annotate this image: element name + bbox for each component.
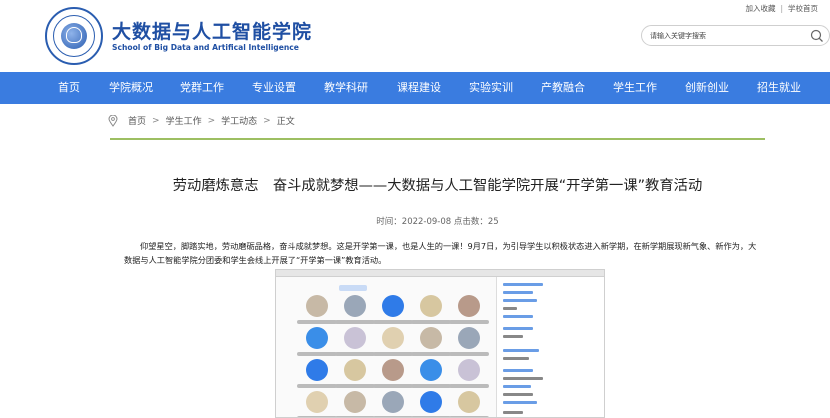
image-participant-avatar <box>420 327 442 349</box>
nav-item-majors[interactable]: 专业设置 <box>252 72 296 104</box>
image-participant-label <box>411 384 451 388</box>
breadcrumb-arrow-icon: > <box>263 115 271 126</box>
image-participant-avatar <box>344 359 366 381</box>
image-participant-avatar <box>420 295 442 317</box>
image-participant-avatar <box>382 391 404 413</box>
nav-item-overview[interactable]: 学院概况 <box>109 72 153 104</box>
image-chat-line <box>503 411 523 414</box>
image-chat-line <box>503 385 531 388</box>
nav-item-home[interactable]: 首页 <box>58 72 80 104</box>
image-participant-label <box>411 320 451 324</box>
nav-item-students[interactable]: 学生工作 <box>613 72 657 104</box>
image-participant-label <box>335 384 375 388</box>
image-participant-label <box>373 320 413 324</box>
image-participant-label <box>449 384 489 388</box>
image-participant-label <box>449 320 489 324</box>
breadcrumb-current: 正文 <box>276 117 295 127</box>
search-box <box>641 25 830 46</box>
article-title: 劳动磨炼意志 奋斗成就梦想——大数据与人工智能学院开展“开学第一课”教育活动 <box>172 178 703 194</box>
top-links: 加入收藏 | 学校首页 <box>745 3 818 14</box>
image-participant-label <box>449 352 489 356</box>
image-chat-line <box>503 299 537 302</box>
location-pin-icon <box>108 114 118 127</box>
image-participant-avatar <box>458 295 480 317</box>
add-favorite-link[interactable]: 加入收藏 <box>745 4 775 13</box>
image-participant-label <box>373 384 413 388</box>
image-participant-label <box>335 320 375 324</box>
image-participant-label <box>335 352 375 356</box>
image-participant-label <box>373 352 413 356</box>
article-image <box>275 269 605 418</box>
image-participant-label <box>411 352 451 356</box>
main-nav: 首页 学院概况 党群工作 专业设置 教学科研 课程建设 实验实训 产教融合 学生… <box>0 72 830 104</box>
image-participant-avatar <box>306 391 328 413</box>
logo-brain-icon <box>66 27 82 43</box>
article-meta: 时间：2022-09-08 点击数：25 <box>376 217 499 227</box>
image-chat-line <box>503 315 533 318</box>
image-participant-avatar <box>344 391 366 413</box>
nav-item-industry[interactable]: 产教融合 <box>541 72 585 104</box>
breadcrumb: 首页 > 学生工作 > 学工动态 > 正文 <box>108 114 295 127</box>
image-participant-avatar <box>458 391 480 413</box>
image-participant-avatar <box>382 359 404 381</box>
image-participant-label <box>297 384 337 388</box>
image-participant-avatar <box>344 295 366 317</box>
top-links-divider: | <box>780 4 783 13</box>
image-participant-avatar <box>306 295 328 317</box>
logo-title-en[interactable]: School of Big Data and Artifical Intelli… <box>112 43 299 52</box>
image-participant-avatar <box>420 391 442 413</box>
school-home-link[interactable]: 学校首页 <box>788 4 818 13</box>
image-participant-avatar <box>382 327 404 349</box>
image-participant-avatar <box>458 359 480 381</box>
logo-emblem[interactable] <box>45 7 103 65</box>
search-input[interactable] <box>650 29 800 43</box>
image-chat-panel <box>496 277 604 417</box>
image-chat-line <box>503 291 533 294</box>
breadcrumb-home[interactable]: 首页 <box>128 114 146 127</box>
breadcrumb-student-work[interactable]: 学生工作 <box>166 114 202 127</box>
image-participant-avatar <box>382 295 404 317</box>
breadcrumb-news[interactable]: 学工动态 <box>221 114 257 127</box>
image-caption-pill <box>339 285 367 291</box>
image-participant-avatar <box>420 359 442 381</box>
article-paragraph: 仰望星空，脚踏实地，劳动磨砺品格，奋斗成就梦想。这是开学第一课，也是人生的一课！… <box>124 241 757 265</box>
image-participant-avatar <box>306 359 328 381</box>
nav-item-admission[interactable]: 招生就业 <box>757 72 801 104</box>
image-chat-line <box>503 335 523 338</box>
image-chat-line <box>503 401 537 404</box>
nav-item-research[interactable]: 教学科研 <box>324 72 368 104</box>
logo-title-cn[interactable]: 大数据与人工智能学院 <box>112 17 312 44</box>
site-header: 加入收藏 | 学校首页 大数据与人工智能学院 School of Big Data … <box>0 0 830 72</box>
image-participant-avatar <box>306 327 328 349</box>
breadcrumb-arrow-icon: > <box>152 115 160 126</box>
image-chat-line <box>503 307 517 310</box>
image-chat-line <box>503 357 529 360</box>
image-chat-line <box>503 369 533 372</box>
image-video-grid <box>276 277 496 417</box>
search-icon[interactable] <box>810 29 824 43</box>
nav-item-party[interactable]: 党群工作 <box>180 72 224 104</box>
nav-item-training[interactable]: 实验实训 <box>469 72 513 104</box>
image-participant-avatar <box>344 327 366 349</box>
image-participant-label <box>297 352 337 356</box>
breadcrumb-arrow-icon: > <box>207 115 216 126</box>
image-participant-label <box>297 320 337 324</box>
nav-item-courses[interactable]: 课程建设 <box>397 72 441 104</box>
image-chat-line <box>503 393 533 396</box>
nav-item-innovation[interactable]: 创新创业 <box>685 72 729 104</box>
image-chat-line <box>503 349 539 352</box>
image-chat-line <box>503 377 543 380</box>
image-participant-avatar <box>458 327 480 349</box>
image-chat-line <box>503 283 543 286</box>
image-window-bar <box>276 270 604 277</box>
image-chat-line <box>503 327 533 330</box>
